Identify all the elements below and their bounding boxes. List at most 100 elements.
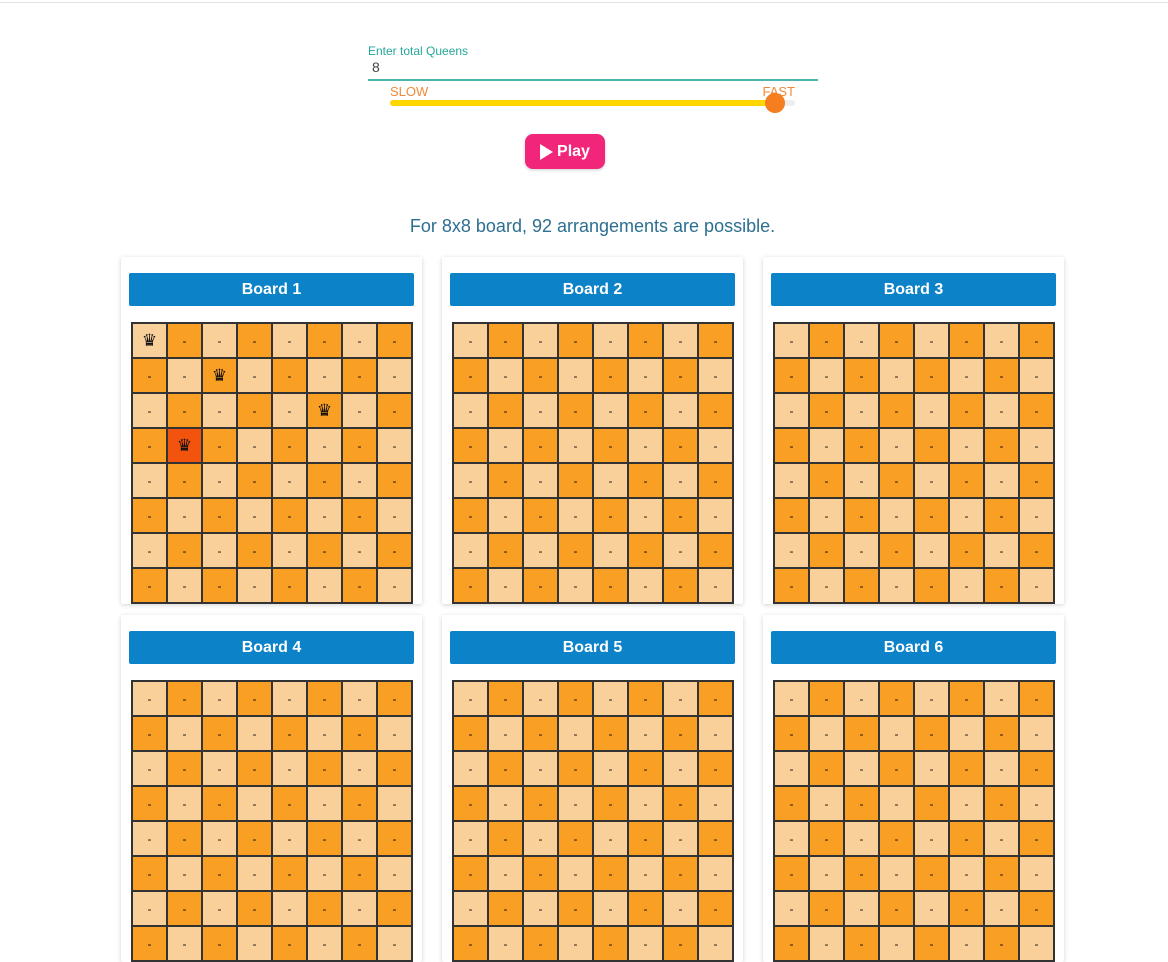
board-card: Board 2---------------------------------… [442,257,743,604]
board-cell: - [879,533,914,568]
board-cell: - [342,323,377,358]
board-cell: - [237,358,272,393]
board-cell: - [914,568,949,603]
board-cell: - [593,428,628,463]
board-cell: - [132,716,167,751]
board-cell: - [342,498,377,533]
board-cell: - [342,568,377,603]
board-cell: - [558,786,593,821]
queen-icon: ♛ [316,401,333,420]
arrangements-info: For 8x8 board, 92 arrangements are possi… [409,216,776,236]
board-cell: - [628,716,663,751]
board-cell: - [698,463,733,498]
board-cell: - [809,498,844,533]
board-cell: - [167,533,202,568]
play-button[interactable]: Play [525,134,605,169]
board-title: Board 3 [771,273,1056,306]
board-cell: - [698,891,733,926]
board-cell: - [202,428,237,463]
chess-board: ♛ - - - - - - - - - ♛ - - - - - - - - - - ♛ - - - ♛ - - - - - - - - - - - - - -… [131,322,413,604]
speed-slider[interactable]: SLOW FAST [390,84,795,114]
board-cell: - [809,533,844,568]
board-cell: - [272,358,307,393]
board-cell: - [307,533,342,568]
board-cell: - [1019,751,1054,786]
board-cell: - [237,463,272,498]
board-cell: - [984,393,1019,428]
board-cell: - [453,716,488,751]
board-cell: - [272,926,307,961]
board-cell: - [488,926,523,961]
speed-thumb[interactable] [764,93,785,113]
board-cell: - [844,786,879,821]
board-cell: - [1019,533,1054,568]
board-cell: - [914,891,949,926]
board-cell: - [558,358,593,393]
board-cell: - [377,568,412,603]
board-card: Board 5---------------------------------… [442,615,743,962]
board-cell: - [132,533,167,568]
board-cell: - [237,926,272,961]
board-cell: - [202,323,237,358]
chess-board: ----------------------------------------… [131,680,413,962]
board-cell: - [307,891,342,926]
board-cell: - [132,463,167,498]
board-cell: - [167,393,202,428]
board-cell: - [949,428,984,463]
board-cell: - [453,786,488,821]
board-cell: - [453,358,488,393]
board-cell: - [774,463,809,498]
board-cell: - [663,681,698,716]
board-cell: - [809,393,844,428]
board-cell: - [809,681,844,716]
board-cell: - [698,821,733,856]
board-cell: - [307,751,342,786]
board-title: Board 5 [450,631,735,664]
board-cell: - [167,821,202,856]
board-cell: - [809,856,844,891]
board-cell: - [593,463,628,498]
board-cell: - [237,821,272,856]
speed-track[interactable] [390,100,795,106]
board-cell: - [342,751,377,786]
queens-input[interactable] [368,59,818,81]
board-cell: - [1019,393,1054,428]
board-cell: ♛ [307,393,342,428]
board-cell: - [593,926,628,961]
board-cell: - [167,716,202,751]
board-cell: - [663,926,698,961]
board-cell: - [132,821,167,856]
board-cell: - [377,926,412,961]
board-cell: - [377,681,412,716]
board-title: Board 2 [450,273,735,306]
board-cell: - [377,358,412,393]
board-cell: - [914,358,949,393]
play-button-label: Play [557,142,590,160]
play-icon [540,143,554,160]
board-cell: - [628,856,663,891]
board-cell: - [844,821,879,856]
board-cell: - [342,358,377,393]
board-cell: - [342,463,377,498]
board-cell: - [949,498,984,533]
board-cell: - [342,856,377,891]
board-cell: - [377,786,412,821]
board-cell: - [488,358,523,393]
board-cell: - [628,498,663,533]
board-cell: - [628,463,663,498]
board-cell: - [272,751,307,786]
board-cell: - [488,681,523,716]
board-cell: - [202,533,237,568]
board-cell: - [377,428,412,463]
board-cell: - [377,856,412,891]
board-cell: - [663,533,698,568]
board-cell: - [593,393,628,428]
board-cell: - [167,681,202,716]
board-cell: - [307,786,342,821]
board-cell: - [307,568,342,603]
board-cell: - [949,751,984,786]
board-cell: - [844,681,879,716]
board-cell: - [663,393,698,428]
board-cell: - [202,821,237,856]
board-cell: - [272,786,307,821]
